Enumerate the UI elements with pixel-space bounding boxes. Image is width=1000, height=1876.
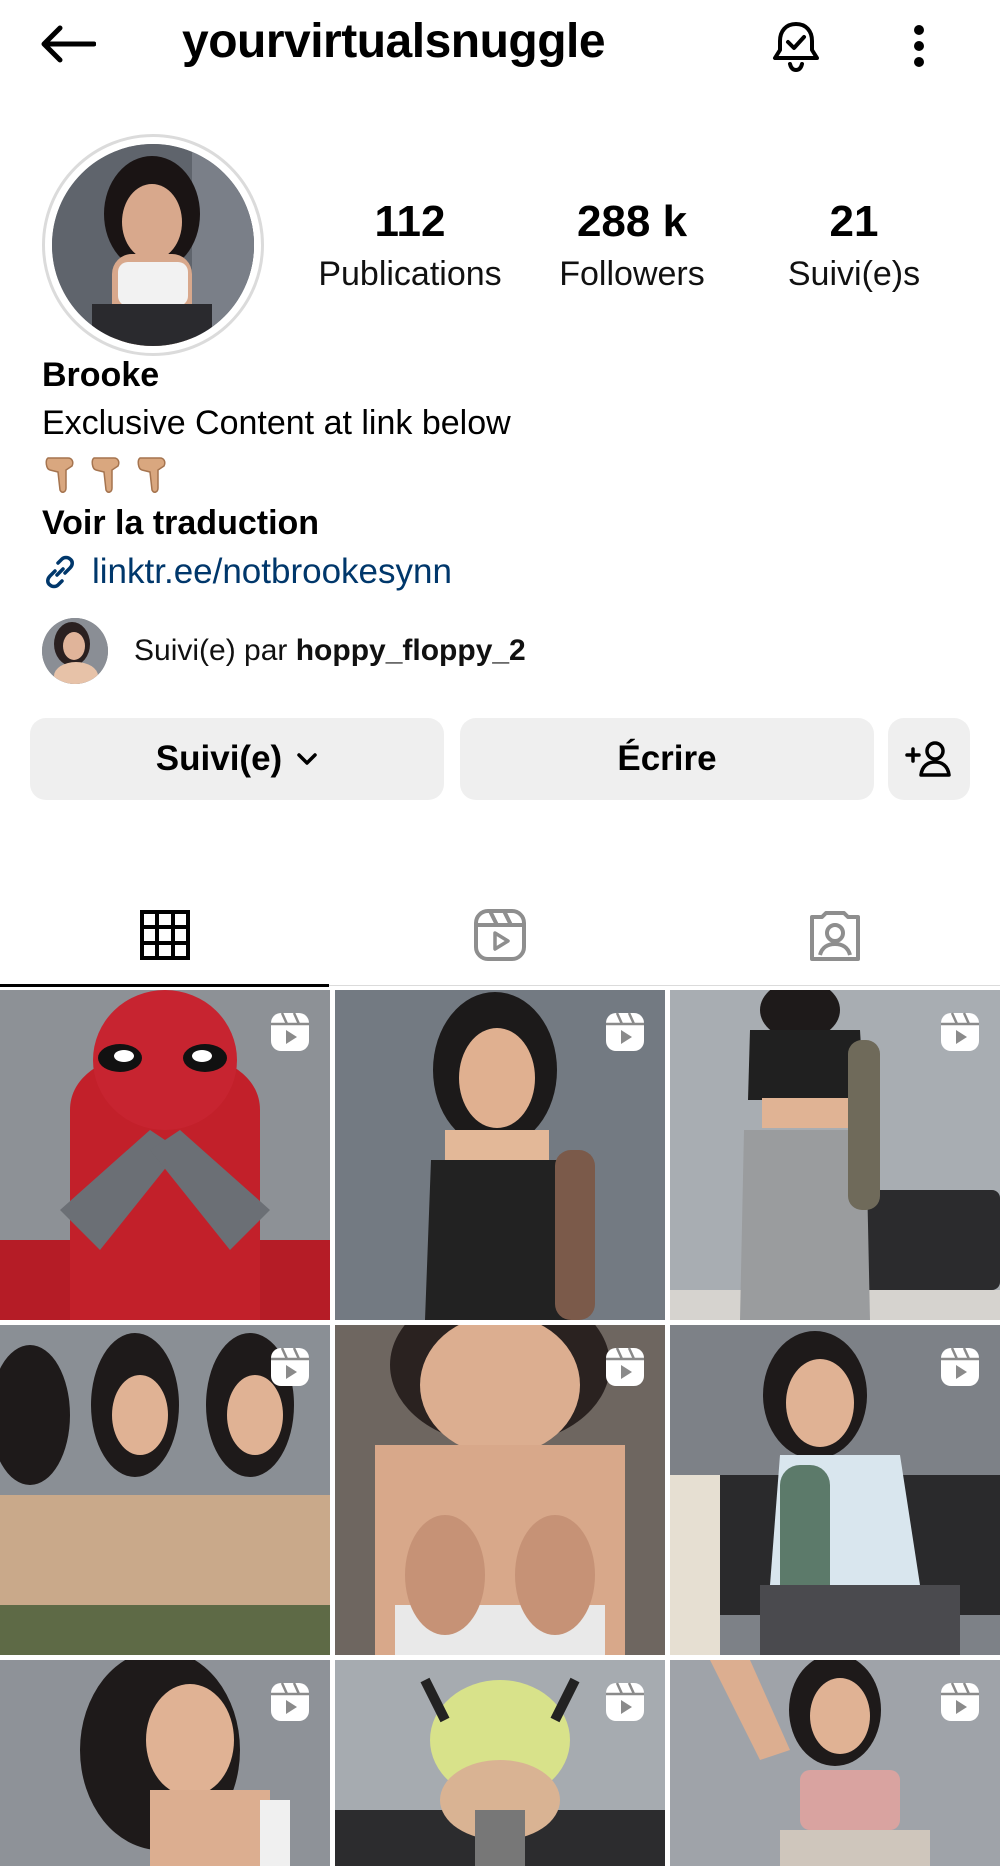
more-vertical-icon bbox=[914, 25, 924, 67]
post-thumbnail[interactable] bbox=[670, 1660, 1000, 1866]
bell-check-icon bbox=[773, 22, 819, 73]
stat-followers-label: Followers bbox=[559, 255, 705, 293]
post-thumbnail[interactable] bbox=[0, 1325, 330, 1655]
message-button[interactable]: Écrire bbox=[460, 718, 874, 800]
post-thumbnail[interactable] bbox=[335, 1325, 665, 1655]
stat-followers[interactable]: 288 k Followers bbox=[522, 196, 742, 296]
bio-emoji-row bbox=[42, 452, 170, 496]
tab-grid[interactable] bbox=[0, 884, 329, 987]
reels-icon bbox=[941, 1347, 979, 1386]
reels-icon bbox=[606, 1682, 644, 1721]
message-button-label: Écrire bbox=[617, 739, 717, 778]
tab-reels[interactable] bbox=[335, 884, 664, 986]
pointing-down-icon bbox=[45, 457, 74, 493]
reels-icon bbox=[941, 1012, 979, 1051]
reels-icon bbox=[271, 1347, 309, 1386]
tagged-icon bbox=[809, 911, 860, 961]
reels-icon bbox=[606, 1347, 644, 1386]
person-add-icon bbox=[905, 741, 951, 777]
post-thumbnail[interactable] bbox=[670, 1325, 1000, 1655]
profile-stats: 112 Publications 288 k Followers 21 Suiv… bbox=[300, 196, 980, 306]
reels-icon bbox=[606, 1012, 644, 1051]
see-translation-link[interactable]: Voir la traduction bbox=[42, 504, 319, 543]
reels-icon bbox=[941, 1682, 979, 1721]
back-button[interactable] bbox=[38, 18, 102, 70]
profile-link-text[interactable]: linktr.ee/notbrookesynn bbox=[92, 552, 452, 592]
profile-avatar bbox=[52, 144, 254, 346]
reels-icon bbox=[271, 1012, 309, 1051]
chevron-down-icon bbox=[297, 753, 317, 765]
link-icon bbox=[46, 555, 74, 589]
stat-posts-label: Publications bbox=[318, 255, 502, 293]
profile-avatar-ring[interactable] bbox=[42, 134, 264, 356]
suggest-users-button[interactable] bbox=[888, 718, 970, 800]
reels-icon bbox=[271, 1682, 309, 1721]
stat-following-value: 21 bbox=[829, 197, 879, 246]
followed-by-row[interactable]: Suivi(e) par hoppy_floppy_2 bbox=[42, 618, 526, 684]
stat-following[interactable]: 21 Suivi(e)s bbox=[744, 196, 964, 296]
reels-icon bbox=[473, 909, 526, 961]
notifications-button[interactable] bbox=[762, 14, 830, 78]
post-thumbnail[interactable] bbox=[335, 990, 665, 1320]
more-options-button[interactable] bbox=[896, 14, 942, 78]
arrow-left-icon bbox=[41, 25, 96, 63]
profile-tabs bbox=[0, 884, 1000, 987]
stat-followers-value: 288 k bbox=[576, 197, 688, 246]
followed-by-text: Suivi(e) par hoppy_floppy_2 bbox=[134, 634, 526, 668]
profile-username: yourvirtualsnuggle bbox=[182, 15, 606, 68]
top-bar: yourvirtualsnuggle bbox=[0, 0, 1000, 86]
pointing-down-icon bbox=[137, 457, 166, 493]
profile-display-name: Brooke bbox=[42, 356, 160, 394]
profile-link[interactable]: linktr.ee/notbrookesynn bbox=[42, 552, 452, 592]
pointing-down-icon bbox=[91, 457, 120, 493]
grid-icon bbox=[139, 910, 190, 960]
following-button[interactable]: Suivi(e) bbox=[30, 718, 444, 800]
stat-following-label: Suivi(e)s bbox=[787, 255, 921, 293]
tab-tagged[interactable] bbox=[670, 884, 999, 986]
followed-by-prefix: Suivi(e) par bbox=[134, 634, 296, 667]
post-thumbnail[interactable] bbox=[0, 1660, 330, 1866]
post-thumbnail[interactable] bbox=[335, 1660, 665, 1866]
followed-by-username[interactable]: hoppy_floppy_2 bbox=[296, 634, 526, 667]
following-button-label: Suivi(e) bbox=[155, 739, 283, 778]
post-thumbnail[interactable] bbox=[0, 990, 330, 1320]
stat-posts-value: 112 bbox=[374, 197, 446, 246]
stat-posts[interactable]: 112 Publications bbox=[300, 196, 520, 296]
profile-bio: Exclusive Content at link below bbox=[42, 404, 511, 442]
follower-avatar bbox=[42, 618, 108, 684]
post-thumbnail[interactable] bbox=[670, 990, 1000, 1320]
